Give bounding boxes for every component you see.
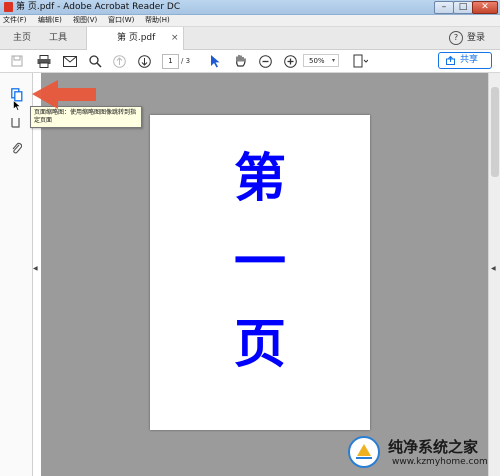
- document-tab-label: 第 页.pdf: [117, 33, 156, 43]
- share-label: 共享: [460, 55, 479, 65]
- watermark-url: www.kzmyhome.com: [392, 457, 488, 467]
- tab-tools[interactable]: 工具: [49, 32, 67, 44]
- vertical-scrollbar[interactable]: [488, 73, 500, 476]
- red-arrow-annotation-icon: [32, 80, 96, 109]
- email-icon[interactable]: [62, 53, 78, 69]
- hand-tool-icon[interactable]: [232, 53, 248, 69]
- pdf-page: 第 一 页: [150, 115, 370, 430]
- zoom-out-icon[interactable]: [257, 53, 273, 69]
- print-icon[interactable]: [36, 53, 52, 69]
- tab-home[interactable]: 主页: [13, 32, 31, 44]
- page-fit-icon[interactable]: [352, 53, 368, 69]
- bookmarks-icon[interactable]: [11, 113, 20, 132]
- page-number-input[interactable]: 1: [162, 54, 179, 69]
- page-text-line-1: 第: [233, 148, 286, 209]
- navigation-pane: [0, 73, 33, 476]
- menu-edit[interactable]: 编辑(E): [38, 15, 62, 26]
- expand-right-pane-icon[interactable]: ◀: [491, 265, 496, 272]
- watermark-title: 纯净系统之家: [388, 438, 479, 456]
- site-watermark: 纯净系统之家 www.kzmyhome.com: [342, 430, 492, 472]
- toolbar: 1 / 3 50% ▾ 共享: [0, 50, 500, 73]
- search-icon[interactable]: [87, 53, 103, 69]
- tab-document[interactable]: 第 页.pdf ×: [86, 27, 184, 50]
- collapse-pane-icon[interactable]: ◀: [33, 265, 38, 272]
- menu-file[interactable]: 文件(F): [3, 15, 27, 26]
- watermark-logo-icon: [348, 436, 380, 468]
- chevron-down-icon[interactable]: ▾: [332, 54, 335, 68]
- share-icon: [446, 56, 455, 65]
- login-link[interactable]: 登录: [467, 32, 485, 44]
- tab-bar: 主页 工具: [0, 27, 500, 50]
- page-text-line-2: 一: [233, 232, 286, 293]
- title-bar: 第 页.pdf - Adobe Acrobat Reader DC – □ ✕: [0, 0, 500, 15]
- next-page-icon[interactable]: [136, 53, 152, 69]
- menu-bar: 文件(F) 编辑(E) 视图(V) 窗口(W) 帮助(H): [0, 15, 500, 27]
- window-title: 第 页.pdf - Adobe Acrobat Reader DC: [16, 2, 181, 12]
- menu-help[interactable]: 帮助(H): [145, 15, 170, 26]
- acrobat-app-icon: [4, 2, 13, 12]
- help-icon[interactable]: ?: [449, 31, 463, 45]
- close-tab-icon[interactable]: ×: [171, 32, 179, 44]
- menu-view[interactable]: 视图(V): [73, 15, 97, 26]
- scrollbar-thumb[interactable]: [491, 87, 499, 177]
- attachments-icon[interactable]: [11, 139, 23, 158]
- page-text-line-3: 页: [233, 314, 286, 375]
- select-cursor-icon[interactable]: [207, 53, 223, 69]
- minimize-button[interactable]: –: [434, 1, 454, 14]
- zoom-in-icon[interactable]: [282, 53, 298, 69]
- page-total: / 3: [181, 57, 191, 65]
- maximize-button[interactable]: □: [453, 1, 473, 14]
- menu-window[interactable]: 窗口(W): [108, 15, 134, 26]
- save-icon[interactable]: [9, 53, 25, 69]
- close-window-button[interactable]: ✕: [472, 1, 498, 14]
- previous-page-icon[interactable]: [111, 53, 127, 69]
- share-button[interactable]: 共享: [438, 52, 492, 69]
